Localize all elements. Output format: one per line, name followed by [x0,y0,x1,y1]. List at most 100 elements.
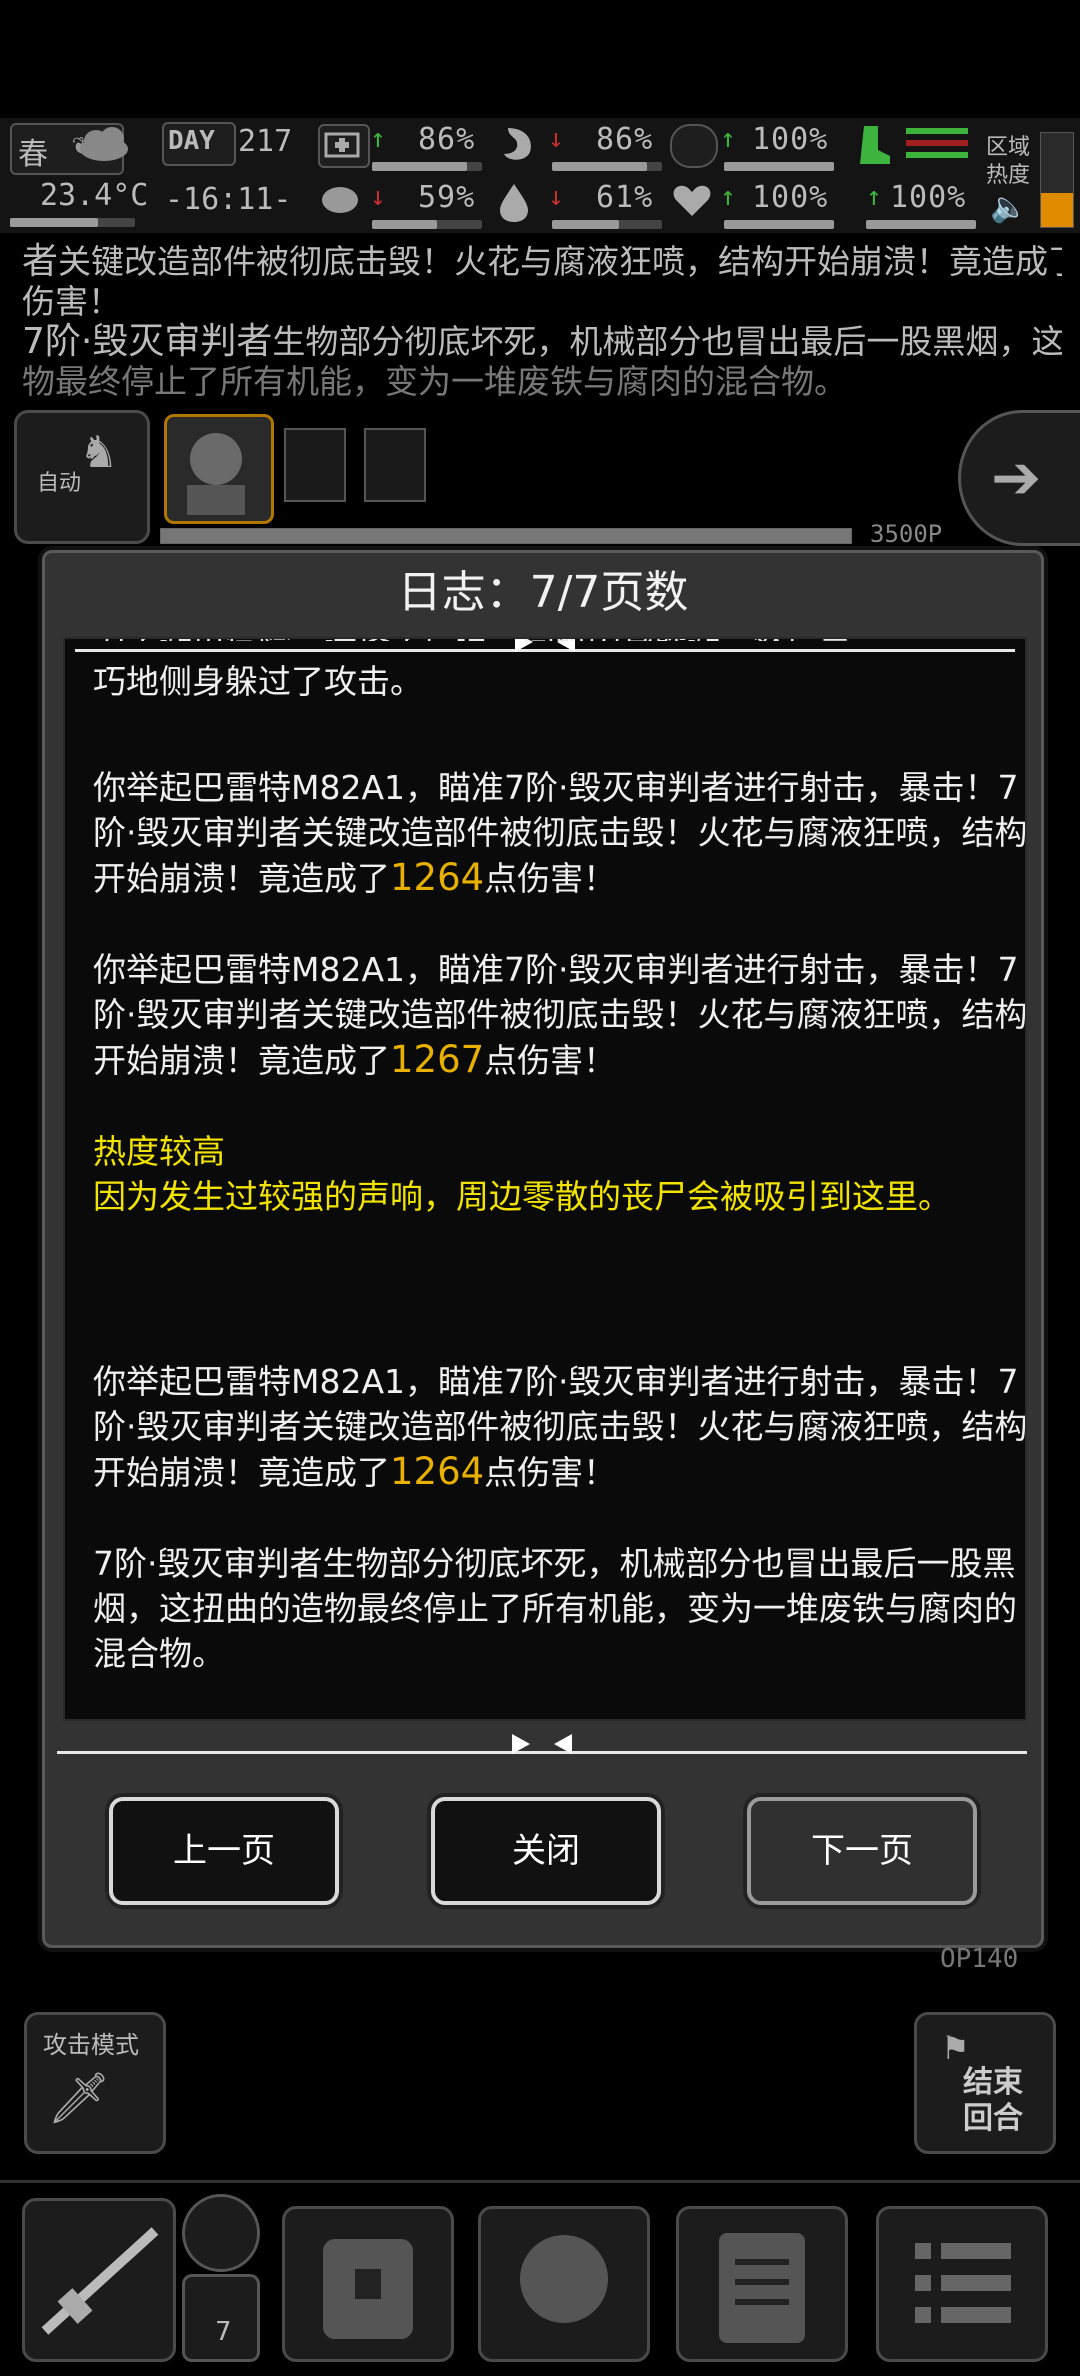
day-number: 217 [238,124,293,159]
log-entry-shot-3: 你举起巴雷特M82A1，瞄准7阶·毁灭审判者进行射击，暴击！7阶·毁灭审判者关键… [93,1359,1025,1495]
auto-label: 自动 [37,471,82,496]
combat-log-background: 者关键改造部件被彻底击毁！火花与腐液狂喷，结构开始崩溃！竟造成了1264点 伤害… [22,240,1062,402]
journal-button[interactable] [676,2206,848,2362]
notebook-icon [719,2233,805,2343]
log-bottom-divider [57,1734,1027,1754]
flag-icon: ⚑ [941,2029,970,2067]
game-time: -16:11- [165,182,292,217]
log-entry-shot-1: 你举起巴雷特M82A1，瞄准7阶·毁灭审判者进行射击，暴击！7阶·毁灭审判者关键… [93,765,1025,901]
log-entry-suffix: 点伤害！ [484,1453,617,1492]
log-entry-clipped: 为了避免危险，选择了后退，同时闪身躲避，然后灵 [93,639,1025,641]
cloud-icon [74,123,134,171]
stomach-icon [494,124,542,164]
bg-log-text2: 生物部分彻底坏死，机械部分也冒出最后一股黑烟，这扭曲的造 [272,322,1062,361]
dialog-title: 日志：7/7页数 [397,567,689,618]
log-scroll-area[interactable]: 为了避免危险，选择了后退，同时闪身躲避，然后灵 巧地侧身躲过了攻击。 你举起巴雷… [63,637,1027,1721]
speaker-icon[interactable]: 🔈 [990,190,1027,225]
bottom-bar-divider [0,2180,1080,2183]
bg-log-target: 者 [22,241,59,282]
action-point-bar [160,528,852,544]
attack-mode-label: 攻击模式 [43,2031,139,2059]
log-entry-shot-2: 你举起巴雷特M82A1，瞄准7阶·毁灭审判者进行射击，暴击！7阶·毁灭审判者关键… [93,947,1025,1083]
arrow-right-icon: ➔ [991,443,1042,513]
prev-page-button[interactable]: 上一页 [109,1797,339,1905]
bg-log-text: 关键改造部件被彻底击毁！火花与腐液狂喷，结构开始崩溃！竟造成了 [58,242,1062,281]
backpack-button[interactable] [282,2206,454,2362]
day-badge: DAY [162,122,236,166]
sanity-value: 59% [418,180,476,215]
thirst-bar [552,220,662,229]
next-page-button[interactable]: 下一页 [747,1797,977,1905]
enemy-icon-1[interactable] [284,428,346,502]
trend-down-icon: ↓ [548,182,564,212]
knife-icon: 🗡 [47,2069,111,2127]
zone-heat-meter [1040,132,1074,228]
health-bar [372,162,482,171]
trend-up-icon: ↑ [370,124,386,154]
trend-up-icon: ↑ [720,124,736,154]
first-aid-icon [318,124,370,168]
trend-up-icon: ↑ [720,182,736,212]
attack-mode-button[interactable]: 攻击模式 🗡 [24,2012,166,2154]
list-icon [915,2243,1011,2323]
damage-number: 1267 [390,1038,485,1081]
ammo-count: 7 [215,2317,232,2347]
stamina-icon [670,124,718,168]
mood-bar [724,220,834,229]
trend-down-icon: ↓ [548,124,564,154]
warning-title: 热度较高 [93,1132,225,1171]
temperature: 23.4°C [40,178,149,213]
backpack-icon [323,2239,413,2339]
bg-log-line2: 伤害！ [22,282,121,321]
trend-down-icon: ↓ [370,182,386,212]
sanity-bar [372,220,482,229]
menu-button[interactable] [876,2206,1048,2362]
boot-icon [856,124,892,166]
next-turn-arrow-button[interactable]: ➔ [958,410,1080,546]
temperature-bar [10,218,135,227]
head-brain-icon [520,2235,608,2323]
stamina-value: 100% [752,122,829,157]
damage-number: 1264 [390,856,485,899]
warning-body: 因为发生过较强的声响，周边零散的丧尸会被吸引到这里。 [93,1177,951,1216]
op-label: OP140 [940,1944,1019,1974]
endurance-value: 100% [890,180,967,215]
reload-button[interactable] [182,2194,260,2272]
soldier-icon: ♞ [79,427,119,478]
log-top-divider [75,639,1015,652]
season-label: 春 [18,137,48,172]
log-entry-enemy-destroyed: 7阶·毁灭审判者生物部分彻底坏死，机械部分也冒出最后一股黑烟，这扭曲的造物最终停… [93,1544,1017,1673]
stamina-stripes [906,128,968,158]
log-entry-heat-warning: 热度较高 因为发生过较强的声响，周边零散的丧尸会被吸引到这里。 [93,1129,1025,1219]
enemy-icon-2[interactable] [364,428,426,502]
auto-attack-button[interactable]: 自动 ♞ [14,410,150,544]
log-entry-suffix: 点伤害！ [484,859,617,898]
hunger-value: 86% [596,122,654,157]
heart-icon [670,180,714,224]
health-value: 86% [418,122,476,157]
trend-up-icon: ↑ [866,182,882,212]
rifle-icon [41,2227,159,2335]
bg-log-enemy-name: 7阶·毁灭审判者 [22,322,273,362]
skills-button[interactable] [478,2206,650,2362]
end-turn-button[interactable]: ⚑ 结束回合 [914,2012,1056,2154]
endurance-bar [866,220,976,229]
brain-icon [318,182,366,222]
mood-value: 100% [752,180,829,215]
action-point-label: 3500P [870,520,943,548]
zone-heat-label: 区域热度 [986,135,1031,188]
avatar [187,433,245,515]
water-drop-icon [494,180,538,224]
day-label: DAY [168,126,215,156]
bg-log-line4: 物最终停止了所有机能，变为一堆废铁与腐肉的混合物。 [22,362,847,401]
character-portrait[interactable] [164,414,274,524]
log-dialog: 日志：7/7页数 为了避免危险，选择了后退，同时闪身躲避，然后灵 巧地侧身躲过了… [42,550,1044,1948]
close-button[interactable]: 关闭 [431,1797,661,1905]
log-entry-suffix: 点伤害！ [484,1041,617,1080]
weapon-slot[interactable] [22,2198,176,2362]
log-entry-evade: 巧地侧身躲过了攻击。 [93,662,423,701]
hunger-bar [552,162,662,171]
stamina-bar [724,162,834,171]
ammo-slot[interactable]: 7 [182,2274,260,2362]
end-turn-label: 结束回合 [963,2065,1023,2136]
